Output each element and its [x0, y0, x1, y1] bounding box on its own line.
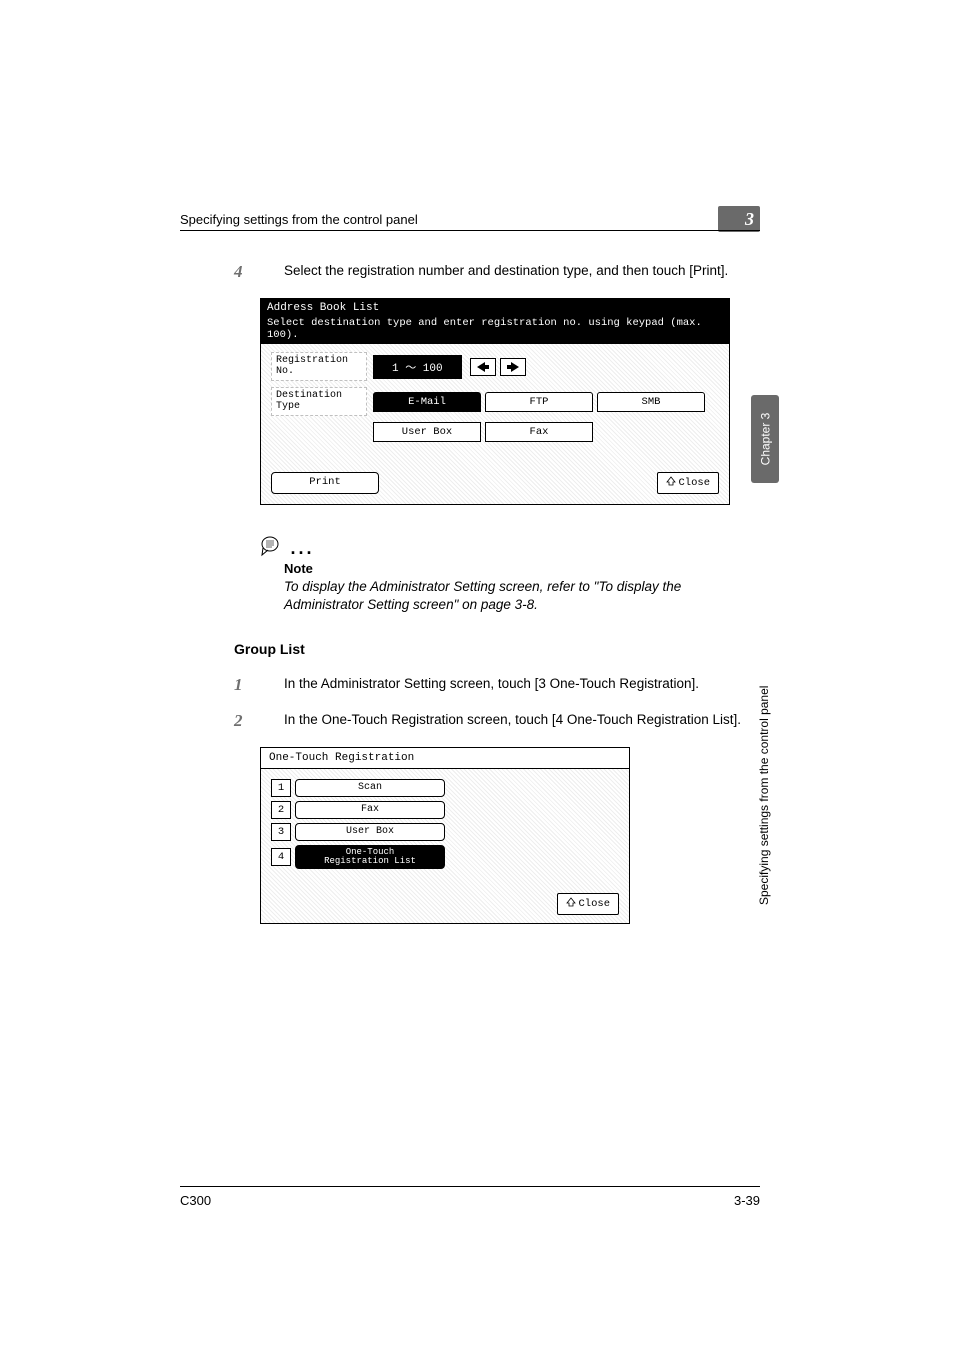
menu-num-4[interactable]: 4: [271, 848, 291, 866]
close-up-icon: [666, 476, 676, 490]
chapter-number: 3: [745, 209, 754, 230]
destination-type-label: Destination Type: [271, 387, 367, 416]
menu-item-3: 3 User Box: [271, 823, 619, 841]
screenshot1-subtitle: Select destination type and enter regist…: [261, 317, 729, 344]
destination-type-row: Destination Type E-Mail FTP SMB: [271, 387, 719, 416]
tab-user-box[interactable]: User Box: [373, 422, 481, 442]
tab-fax[interactable]: Fax: [485, 422, 593, 442]
menu-item-1: 1 Scan: [271, 779, 619, 797]
note-body: To display the Administrator Setting scr…: [284, 578, 760, 614]
screenshot-address-book-list: Address Book List Select destination typ…: [260, 298, 730, 505]
menu-num-1[interactable]: 1: [271, 779, 291, 797]
note-icon: [260, 535, 284, 559]
tab-email[interactable]: E-Mail: [373, 392, 481, 412]
destination-type-row2: User Box Fax: [373, 422, 719, 442]
menu-btn-fax[interactable]: Fax: [295, 801, 445, 819]
screenshot2-close-button[interactable]: Close: [557, 893, 619, 915]
body: 4 Select the registration number and des…: [260, 262, 760, 924]
registration-no-label: Registration No.: [271, 352, 367, 381]
step-1-number: 1: [234, 675, 243, 695]
note-dots: ...: [290, 538, 314, 558]
page: Specifying settings from the control pan…: [0, 0, 954, 1350]
step-4-number: 4: [234, 262, 243, 282]
chapter-badge: 3: [718, 206, 760, 232]
footer: C300 3-39: [180, 1186, 760, 1208]
menu-item-2: 2 Fax: [271, 801, 619, 819]
registration-row: Registration No. 1 ～ 100: [271, 352, 719, 381]
group-list-heading: Group List: [234, 641, 760, 657]
registration-range[interactable]: 1 ～ 100: [373, 355, 462, 379]
tab-smb[interactable]: SMB: [597, 392, 705, 412]
step-1: 1 In the Administrator Setting screen, t…: [260, 675, 760, 693]
close-button-label: Close: [678, 477, 710, 489]
step-1-text: In the Administrator Setting screen, tou…: [284, 675, 760, 693]
menu-btn-user-box[interactable]: User Box: [295, 823, 445, 841]
tab-ftp[interactable]: FTP: [485, 392, 593, 412]
running-header: Specifying settings from the control pan…: [180, 212, 418, 227]
arrow-left-icon[interactable]: [470, 358, 496, 376]
step-2: 2 In the One-Touch Registration screen, …: [260, 711, 760, 729]
footer-page: 3-39: [734, 1193, 760, 1208]
note-block: ... Note To display the Administrator Se…: [260, 535, 760, 614]
menu-item-4: 4 One-Touch Registration List: [271, 845, 619, 869]
step-4-text: Select the registration number and desti…: [284, 262, 760, 280]
step-2-text: In the One-Touch Registration screen, to…: [284, 711, 760, 729]
step-2-number: 2: [234, 711, 243, 731]
screenshot-one-touch-registration: One-Touch Registration 1 Scan 2 Fax 3 Us…: [260, 747, 630, 924]
menu-num-3[interactable]: 3: [271, 823, 291, 841]
screenshot1-bottom-row: Print Close: [271, 472, 719, 494]
print-button[interactable]: Print: [271, 472, 379, 494]
menu-num-2[interactable]: 2: [271, 801, 291, 819]
note-label: Note: [284, 561, 760, 576]
footer-model: C300: [180, 1193, 211, 1208]
screenshot2-close-label: Close: [578, 898, 610, 910]
menu-btn-scan[interactable]: Scan: [295, 779, 445, 797]
arrow-right-icon[interactable]: [500, 358, 526, 376]
screenshot1-title: Address Book List: [261, 299, 729, 317]
screenshot2-panel: 1 Scan 2 Fax 3 User Box 4 One-Touch Regi…: [261, 769, 629, 923]
step-4: 4 Select the registration number and des…: [260, 262, 760, 280]
header-rule: [180, 230, 760, 231]
close-up-icon-2: [566, 897, 576, 911]
close-button[interactable]: Close: [657, 472, 719, 494]
screenshot1-panel: Registration No. 1 ～ 100 Destination Typ…: [261, 344, 729, 504]
screenshot2-bottom: Close: [271, 893, 619, 915]
side-chapter-label: Chapter 3: [758, 413, 772, 466]
menu-btn-registration-list[interactable]: One-Touch Registration List: [295, 845, 445, 869]
screenshot2-title: One-Touch Registration: [261, 748, 629, 769]
